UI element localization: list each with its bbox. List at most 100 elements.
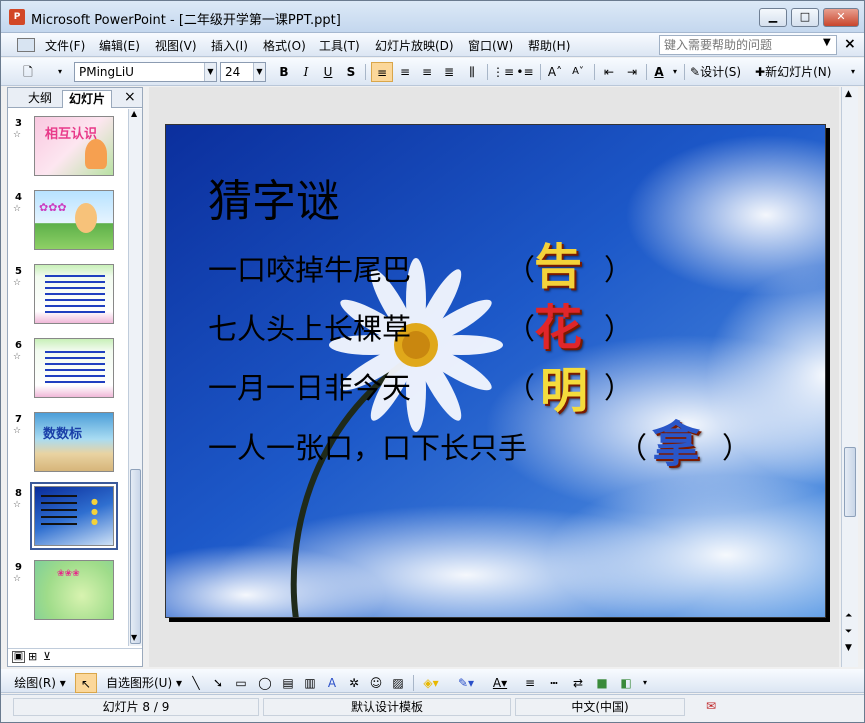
slide-title[interactable]: 猜字谜 bbox=[208, 165, 340, 229]
font-size-select[interactable]: 24 ▼ bbox=[220, 62, 266, 82]
textbox-icon[interactable]: ▤ bbox=[279, 673, 297, 693]
slide-thumbnail-7[interactable]: 7 ☆ 数数标 bbox=[8, 412, 128, 478]
line-style-icon[interactable]: ≡ bbox=[521, 673, 539, 693]
scroll-up-icon[interactable]: ▲ bbox=[131, 109, 137, 118]
clipart-icon[interactable]: ☺ bbox=[367, 673, 385, 693]
menu-insert[interactable]: 插入(I) bbox=[211, 37, 248, 54]
menu-format[interactable]: 格式(O) bbox=[263, 37, 306, 54]
previous-slide-icon[interactable]: ⏶ bbox=[845, 611, 852, 621]
riddle-text[interactable]: 一人一张口，口下长只手 bbox=[208, 425, 527, 467]
scroll-thumb[interactable] bbox=[130, 469, 141, 644]
font-name-select[interactable]: PMingLiU ▼ bbox=[74, 62, 217, 82]
autoshapes-menu-button[interactable]: 自选图形(U) ▾ bbox=[105, 673, 183, 693]
increase-indent-icon[interactable]: ⇥ bbox=[622, 62, 642, 82]
toolbar-options-icon[interactable]: ▾ bbox=[639, 673, 651, 693]
toolbar-options-icon[interactable]: ▾ bbox=[847, 62, 859, 82]
arrow-style-icon[interactable]: ⇄ bbox=[569, 673, 587, 693]
picture-icon[interactable]: ▨ bbox=[389, 673, 407, 693]
chevron-down-icon[interactable]: ▼ bbox=[823, 37, 831, 48]
chevron-down-icon[interactable]: ▾ bbox=[670, 62, 680, 82]
select-pointer-icon[interactable]: ↖ bbox=[75, 673, 97, 693]
riddle-text[interactable]: 一月一日非今天 bbox=[208, 365, 411, 407]
shadow-icon[interactable]: S bbox=[343, 62, 359, 82]
current-slide[interactable]: 猜字谜 一口咬掉牛尾巴 （ 告 ） 七人头上长棵草 （ 花 ） 一月一日非今天 … bbox=[165, 124, 826, 618]
help-search-input[interactable]: 键入需要帮助的问题 bbox=[659, 35, 837, 55]
font-color-icon[interactable]: A bbox=[649, 62, 669, 82]
menu-edit[interactable]: 编辑(E) bbox=[99, 37, 140, 54]
menu-file[interactable]: 文件(F) bbox=[45, 37, 85, 54]
new-slide-button[interactable]: ✚新幻灯片(N) bbox=[755, 62, 845, 82]
menu-slideshow[interactable]: 幻灯片放映(D) bbox=[375, 37, 454, 54]
italic-icon[interactable]: I bbox=[298, 62, 314, 82]
diagram-icon[interactable]: ✲ bbox=[345, 673, 363, 693]
riddle-answer[interactable]: 明 bbox=[540, 351, 588, 421]
close-document-icon[interactable]: × bbox=[844, 36, 856, 52]
slide-thumbnail-8[interactable]: 8 ☆ ● ● ● bbox=[8, 482, 128, 552]
riddle-answer[interactable]: 拿 bbox=[652, 405, 700, 475]
rectangle-icon[interactable]: ▭ bbox=[231, 673, 251, 693]
riddle-text[interactable]: 一口咬掉牛尾巴 bbox=[208, 247, 411, 289]
design-button[interactable]: ✎设计(S) bbox=[690, 62, 750, 82]
riddle-answer[interactable]: 花 bbox=[534, 288, 582, 358]
dash-style-icon[interactable]: ┅ bbox=[545, 673, 563, 693]
3d-style-icon[interactable]: ◧ bbox=[617, 673, 635, 693]
increase-font-icon[interactable]: A˄ bbox=[545, 62, 565, 82]
distribute-icon[interactable]: ⫼ bbox=[462, 62, 482, 82]
line-icon[interactable]: ╲ bbox=[187, 673, 205, 693]
close-paren: ） bbox=[722, 431, 752, 465]
close-button[interactable]: ✕ bbox=[823, 8, 859, 27]
animation-icon: ☆ bbox=[13, 500, 22, 510]
normal-view-icon[interactable]: ▣ bbox=[12, 651, 25, 663]
oval-icon[interactable]: ◯ bbox=[255, 673, 275, 693]
scroll-up-icon[interactable]: ▲ bbox=[845, 89, 852, 99]
new-document-icon[interactable]: 🗋 bbox=[19, 62, 37, 82]
spelling-status-icon[interactable]: ✉ bbox=[691, 698, 731, 716]
font-color-icon[interactable]: A▾ bbox=[487, 673, 513, 693]
numbering-icon[interactable]: ⋮≡ bbox=[492, 62, 514, 82]
line-color-icon[interactable]: ✎▾ bbox=[453, 673, 479, 693]
fill-color-icon[interactable]: ◈▾ bbox=[419, 673, 443, 693]
bold-icon[interactable]: B bbox=[276, 62, 292, 82]
justify-icon[interactable]: ≣ bbox=[439, 62, 459, 82]
underline-icon[interactable]: U bbox=[320, 62, 336, 82]
slideshow-icon[interactable]: ⊻ bbox=[43, 650, 51, 663]
close-pane-icon[interactable]: × bbox=[124, 89, 136, 105]
riddle-answer[interactable]: 告 bbox=[534, 227, 582, 297]
align-right-icon[interactable]: ≡ bbox=[417, 62, 437, 82]
slide-thumbnail-4[interactable]: 4 ☆ ✿✿✿ bbox=[8, 190, 128, 256]
menu-view[interactable]: 视图(V) bbox=[155, 37, 197, 54]
menu-tools[interactable]: 工具(T) bbox=[319, 37, 360, 54]
window-title: Microsoft PowerPoint - [二年级开学第一课PPT.ppt] bbox=[31, 13, 341, 28]
decrease-indent-icon[interactable]: ⇤ bbox=[599, 62, 619, 82]
thumbnail-scrollbar[interactable]: ▲ ▼ bbox=[128, 109, 142, 646]
slide-thumbnail-5[interactable]: 5 ☆ bbox=[8, 264, 128, 330]
wordart-icon[interactable]: A bbox=[323, 673, 341, 693]
riddle-text[interactable]: 七人头上长棵草 bbox=[208, 306, 411, 348]
slide-thumbnail-9[interactable]: 9 ☆ ❀❀❀ bbox=[8, 560, 128, 626]
menu-help[interactable]: 帮助(H) bbox=[528, 37, 570, 54]
slide-scrollbar[interactable]: ▲ ⏶ ⏷ ▼ bbox=[841, 87, 858, 667]
shadow-style-icon[interactable]: ■ bbox=[593, 673, 611, 693]
document-icon[interactable] bbox=[17, 38, 35, 52]
align-center-icon[interactable]: ≡ bbox=[395, 62, 415, 82]
minimize-button[interactable]: ▁ bbox=[759, 8, 787, 27]
separator bbox=[413, 675, 414, 691]
slide-thumbnail-6[interactable]: 6 ☆ bbox=[8, 338, 128, 404]
bullets-icon[interactable]: •≡ bbox=[515, 62, 535, 82]
tab-slides[interactable]: 幻灯片 bbox=[62, 90, 113, 108]
scroll-down-icon[interactable]: ▼ bbox=[131, 633, 137, 642]
next-slide-icon[interactable]: ⏷ bbox=[845, 627, 852, 637]
vertical-textbox-icon[interactable]: ▥ bbox=[301, 673, 319, 693]
slide-thumbnail-3[interactable]: 3 ☆ 相互认识 bbox=[8, 116, 128, 182]
align-left-icon[interactable]: ≡ bbox=[371, 62, 393, 82]
arrow-icon[interactable]: ➘ bbox=[209, 673, 227, 693]
scroll-thumb[interactable] bbox=[844, 447, 856, 517]
menu-window[interactable]: 窗口(W) bbox=[468, 37, 513, 54]
decrease-font-icon[interactable]: A˅ bbox=[568, 62, 588, 82]
toolbar-options-icon[interactable]: ▾ bbox=[55, 62, 65, 82]
tab-outline[interactable]: 大纲 bbox=[22, 90, 58, 108]
maximize-button[interactable]: □ bbox=[791, 8, 819, 27]
draw-menu-button[interactable]: 绘图(R) ▾ bbox=[9, 673, 71, 693]
scroll-down-icon[interactable]: ▼ bbox=[845, 643, 852, 653]
slide-sorter-icon[interactable]: ⊞ bbox=[28, 650, 37, 663]
